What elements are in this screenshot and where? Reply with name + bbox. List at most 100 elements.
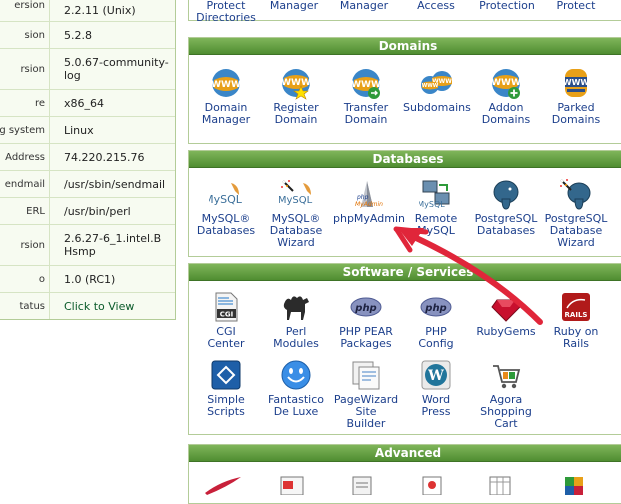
fantastico-smiley-icon: [281, 360, 311, 390]
register-domain-button[interactable]: WWW Register Domain: [263, 66, 329, 126]
addon-domains-button[interactable]: WWW Addon Domains: [473, 66, 539, 126]
pagewizard-label: PageWizard Site Builder: [333, 393, 399, 430]
cgi-icon: CGI: [215, 292, 238, 322]
perl-camel-icon: [283, 296, 309, 320]
advanced-header: Advanced: [189, 445, 621, 462]
stat-row: ersion 2.2.11 (Unix): [0, 0, 175, 22]
cgi-center-label: CGI Center: [207, 325, 245, 350]
cgi-logo-text: CGI: [220, 311, 234, 319]
remote-mysql-label: Remote MySQL: [414, 212, 458, 237]
transfer-domain-button[interactable]: WWW Transfer Domain: [333, 66, 399, 126]
transfer-domain-label: Transfer Domain: [343, 101, 389, 126]
click-to-view-link[interactable]: Click to View: [50, 300, 134, 313]
security-panel-partial: Protect Directories Manager Manager Acce…: [188, 0, 621, 24]
parked-domains-button[interactable]: WWW Parked Domains: [543, 66, 609, 126]
fantastico-label: Fantastico De Luxe: [268, 393, 324, 418]
stat-value: x86_64: [64, 96, 105, 110]
phpmyadmin-button[interactable]: php MyAdmin phpMyAdmin: [333, 177, 405, 225]
svg-text:W: W: [427, 368, 444, 384]
remote-mysql-icon: MySQL: [419, 180, 450, 209]
stat-row: Address 74.220.215.76: [0, 144, 175, 171]
postgresql-database-wizard-label: PostgreSQL Database Wizard: [544, 212, 608, 249]
svg-text:WWW: WWW: [491, 78, 521, 88]
svg-text:MySQL: MySQL: [209, 193, 243, 206]
wordpress-button[interactable]: W Word Press: [403, 358, 469, 418]
mysql-databases-button[interactable]: MySQL MySQL® Databases: [193, 177, 259, 237]
wordpress-icon: W: [421, 360, 451, 390]
stat-label: o: [0, 266, 50, 292]
stat-value: 2.6.27-6_1.intel.BHsmp: [64, 232, 162, 258]
stat-value: /usr/sbin/sendmail: [64, 177, 166, 191]
manager-link[interactable]: Manager: [261, 0, 327, 12]
perl-modules-label: Perl Modules: [273, 325, 319, 350]
stat-row: rsion 5.0.67-community-log: [0, 49, 175, 90]
stat-row: g system Linux: [0, 117, 175, 144]
perl-modules-button[interactable]: Perl Modules: [263, 290, 329, 350]
fantastico-button[interactable]: Fantastico De Luxe: [263, 358, 329, 418]
agora-cart-icon: [493, 365, 521, 389]
svg-text:WWW: WWW: [563, 78, 590, 87]
php-pear-packages-label: PHP PEAR Packages: [339, 325, 393, 350]
stat-label: ersion: [0, 0, 50, 21]
mysql-database-wizard-button[interactable]: MySQL MySQL® Database Wizard: [263, 177, 329, 249]
manager-link[interactable]: Manager: [331, 0, 397, 12]
stat-row: sion 5.2.8: [0, 22, 175, 49]
mysql-wizard-icon: MySQL: [279, 180, 313, 206]
stat-value: Linux: [64, 123, 94, 137]
svg-text:WWW: WWW: [281, 78, 311, 88]
postgresql-elephant-icon: [493, 180, 519, 210]
stat-value: 5.0.67-community-log: [64, 56, 169, 82]
stat-label: rsion: [0, 49, 50, 89]
stat-row: endmail /usr/sbin/sendmail: [0, 171, 175, 198]
subdomains-button[interactable]: WWW WWW Subdomains: [403, 66, 471, 114]
stat-value: 1.0 (RC1): [64, 272, 116, 286]
stat-label: g system: [0, 117, 50, 143]
access-link[interactable]: Access: [403, 0, 469, 12]
stat-label: endmail: [0, 171, 50, 197]
postgresql-databases-label: PostgreSQL Databases: [474, 212, 538, 237]
pagewizard-icon: [352, 361, 380, 390]
protect-directories-link[interactable]: Protect Directories: [193, 0, 259, 24]
software-services-panel: Software / Services CGI CGI Center Perl …: [188, 263, 621, 435]
www-transfer-icon: WWW: [351, 69, 381, 99]
www-parked-icon: WWW: [563, 69, 590, 97]
svg-text:php: php: [356, 194, 369, 201]
puzzle-icon: [565, 477, 583, 495]
agora-shopping-cart-button[interactable]: Agora Shopping Cart: [473, 358, 539, 430]
ruby-on-rails-button[interactable]: RAILS Ruby on Rails: [543, 290, 609, 350]
advanced-panel: Advanced: [188, 444, 621, 504]
server-info-table: ersion 2.2.11 (Unix) sion 5.2.8 rsion 5.…: [0, 0, 176, 320]
protection-link[interactable]: Protection: [471, 0, 543, 12]
mime-types-icon: [352, 476, 372, 495]
stat-label: re: [0, 90, 50, 116]
subdomains-label: Subdomains: [403, 101, 471, 114]
php-config-button[interactable]: php PHP Config: [403, 290, 469, 350]
stat-row: re x86_64: [0, 90, 175, 117]
rubygems-button[interactable]: RubyGems: [473, 290, 539, 338]
simple-scripts-icon: [211, 360, 241, 390]
remote-mysql-button[interactable]: MySQL Remote MySQL: [403, 177, 469, 237]
ruby-on-rails-label: Ruby on Rails: [553, 325, 599, 350]
cgi-center-button[interactable]: CGI CGI Center: [193, 290, 259, 350]
stat-label: Address: [0, 144, 50, 170]
php-pear-packages-button[interactable]: php PHP PEAR Packages: [333, 290, 399, 350]
domains-header: Domains: [189, 38, 621, 55]
svg-text:MySQL: MySQL: [419, 200, 445, 209]
postgresql-database-wizard-button[interactable]: PostgreSQL Database Wizard: [543, 177, 609, 249]
mysql-database-wizard-label: MySQL® Database Wizard: [269, 212, 323, 249]
www-globe-icon: WWW: [211, 69, 241, 97]
simple-scripts-button[interactable]: Simple Scripts: [193, 358, 259, 418]
protect-link[interactable]: Protect: [543, 0, 609, 12]
stat-label: rsion: [0, 225, 50, 265]
apache-feather-icon: [205, 477, 241, 495]
svg-text:MySQL: MySQL: [279, 195, 313, 206]
postgresql-wizard-icon: [560, 179, 591, 210]
stat-value: 2.2.11 (Unix): [64, 3, 136, 17]
php-config-icon: php: [420, 297, 452, 317]
pagewizard-site-builder-button[interactable]: PageWizard Site Builder: [333, 358, 399, 430]
domain-manager-button[interactable]: WWW Domain Manager: [193, 66, 259, 126]
rails-icon: RAILS: [562, 293, 590, 321]
databases-panel: Databases MySQL MySQL® Databases MySQL M…: [188, 150, 621, 257]
parked-domains-label: Parked Domains: [551, 101, 601, 126]
postgresql-databases-button[interactable]: PostgreSQL Databases: [473, 177, 539, 237]
